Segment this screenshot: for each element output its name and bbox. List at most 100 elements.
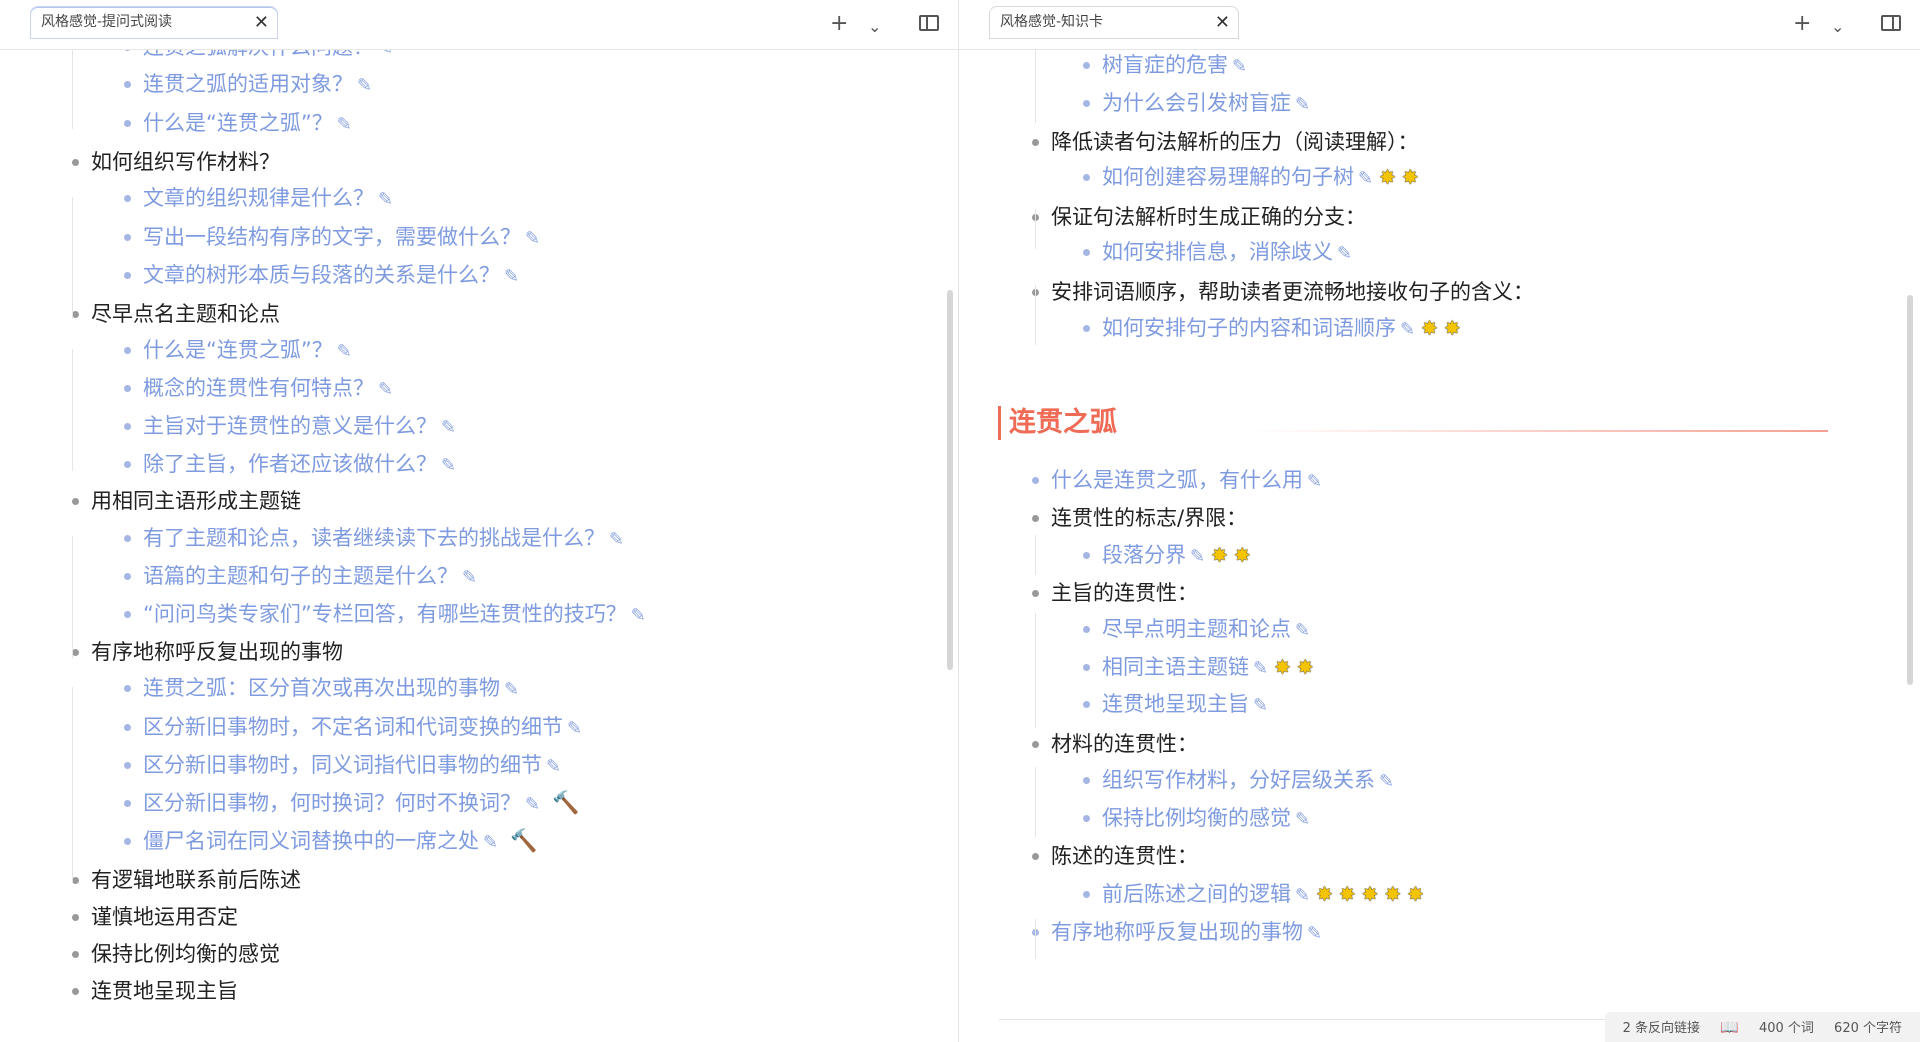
pencil-icon: ✎ [1295,94,1311,115]
bullet-icon[interactable] [1032,139,1039,146]
tab-title: 风格感觉-知识卡 [1000,14,1104,30]
outline-link-item[interactable]: 如何安排句子的内容和词语顺序 ✎ ✸ ✸ [1083,314,1461,344]
bullet-icon[interactable] [72,159,79,166]
bullet-icon[interactable] [1032,853,1039,860]
bullet-icon[interactable] [1032,477,1039,484]
bullet-icon[interactable] [1083,552,1090,559]
bullet-icon[interactable] [1083,100,1090,107]
bullet-icon[interactable] [1083,891,1090,898]
right-editor-pane: 风格感觉-知识卡 ✕ + ⌄ 树盲症的危害 ✎ 为什么会引发树盲症 ✎ 降低读者句法解析… [959,0,1920,1042]
bullet-icon[interactable] [124,762,131,769]
outline-link-item[interactable]: 连贯之弧的适用对象？ ✎ [124,70,372,100]
bullet-icon[interactable] [124,685,131,692]
bullet-icon[interactable] [1083,62,1090,69]
bullet-icon[interactable] [124,724,131,731]
bullet-icon[interactable] [1032,515,1039,522]
outline-link-item[interactable]: 段落分界 ✎ ✸ ✸ [1083,541,1251,571]
right-tab-bar: 风格感觉-知识卡 ✕ + ⌄ [959,0,1920,50]
outline-link-item[interactable]: 为什么会引发树盲症 ✎ [1083,89,1311,119]
outline-link-item[interactable]: 相同主语主题链 ✎ ✸ ✸ [1083,653,1314,683]
chevron-down-icon[interactable]: ⌄ [868,13,881,41]
tab-left-active[interactable]: 风格感觉-提问式阅读 ✕ [30,6,278,39]
outline-link-item[interactable]: 保持比例均衡的感觉 ✎ [1083,804,1310,834]
bullet-icon[interactable] [124,120,131,127]
outline-link-item[interactable]: 文章的树形本质与段落的关系是什么？ ✎ [124,261,519,291]
bullet-icon[interactable] [1083,626,1090,633]
bullet-icon[interactable] [1083,701,1090,708]
item-text: 僵尸名词在同义词替换中的一席之处 [143,829,479,853]
outline-link-item[interactable]: 如何安排信息，消除歧义 ✎ [1083,238,1352,268]
bullet-icon[interactable] [72,498,79,505]
bullet-icon[interactable] [124,385,131,392]
bullet-icon[interactable] [1083,325,1090,332]
bullet-icon[interactable] [124,234,131,241]
bullet-icon[interactable] [72,914,79,921]
item-text: 有序地称呼反复出现的事物 [1051,920,1303,944]
bullet-icon[interactable] [124,195,131,202]
bullet-icon[interactable] [72,877,79,884]
bullet-icon[interactable] [124,573,131,580]
outline-link-item[interactable]: “问问鸟类专家们”专栏回答，有哪些连贯性的技巧？ ✎ [124,600,646,630]
outline-link-item[interactable]: 什么是“连贯之弧”？ ✎ [124,336,352,366]
outline-link-item[interactable]: 树盲症的危害 ✎ [1083,51,1247,81]
close-icon[interactable]: ✕ [1215,7,1230,38]
bullet-icon[interactable] [124,535,131,542]
word-count: 400 个词 [1758,1021,1814,1036]
bullet-icon[interactable] [72,311,79,318]
backlinks-count[interactable]: 2 条反向链接 [1623,1021,1700,1036]
bullet-icon[interactable] [1083,815,1090,822]
outline-link-item[interactable]: 僵尸名词在同义词替换中的一席之处 ✎ 🔨 [124,827,538,857]
right-scrollbar[interactable] [1907,295,1913,685]
bullet-icon[interactable] [124,461,131,468]
outline-link-item[interactable]: 区分新旧事物时，不定名词和代词变换的细节 ✎ [124,713,582,743]
outline-link-item[interactable]: 写出一段结构有序的文字，需要做什么？ ✎ [124,223,540,253]
item-text: 前后陈述之间的逻辑 [1102,882,1291,906]
outline-link-item[interactable]: 概念的连贯性有何特点？ ✎ [124,374,393,404]
left-scrollbar[interactable] [947,290,953,670]
plus-icon[interactable]: + [1793,10,1811,38]
plus-icon[interactable]: + [830,10,848,38]
bullet-icon[interactable] [1083,249,1090,256]
outline-link-item[interactable]: 语篇的主题和句子的主题是什么？ ✎ [124,562,477,592]
outline-link-item[interactable]: 主旨对于连贯性的意义是什么？ ✎ [124,412,456,442]
bullet-icon[interactable] [124,423,131,430]
bullet-icon[interactable] [1083,664,1090,671]
bullet-icon[interactable] [1083,777,1090,784]
bullet-icon[interactable] [1032,590,1039,597]
outline-link-item[interactable]: 区分新旧事物，何时换词？何时不换词？ ✎ 🔨 [124,789,580,819]
outline-link-item[interactable]: 连贯地呈现主旨 ✎ [1083,690,1268,720]
item-text: 陈述的连贯性： [1051,844,1198,868]
sidebar-toggle-icon[interactable] [919,15,939,31]
outline-link-item[interactable]: 连贯之弧：区分首次或再次出现的事物 ✎ [124,674,519,704]
sidebar-toggle-icon[interactable] [1881,15,1901,31]
outline-link-item[interactable]: 有了主题和论点，读者继续读下去的挑战是什么？ ✎ [124,524,624,554]
close-icon[interactable]: ✕ [254,7,269,38]
bullet-icon[interactable] [72,988,79,995]
outline-link-item[interactable]: 除了主旨，作者还应该做什么？ ✎ [124,450,456,480]
outline-link-item[interactable]: 尽早点明主题和论点 ✎ [1083,615,1310,645]
bullet-icon[interactable] [124,611,131,618]
bullet-icon[interactable] [124,272,131,279]
outline-link-item[interactable]: 什么是连贯之弧，有什么用 ✎ [1032,466,1322,496]
chevron-down-icon[interactable]: ⌄ [1831,13,1844,41]
bullet-icon[interactable] [124,838,131,845]
bullet-icon[interactable] [124,81,131,88]
outline-link-item[interactable]: 组织写作材料，分好层级关系 ✎ [1083,766,1394,796]
item-text: 连贯之弧：区分首次或再次出现的事物 [143,676,500,700]
outline-link-item[interactable]: 连贯之弧解决什么问题？ ✎ [124,49,393,63]
bullet-icon[interactable] [1083,174,1090,181]
bullet-icon[interactable] [72,951,79,958]
outline-link-item[interactable]: 有序地称呼反复出现的事物 ✎ [1032,918,1322,948]
tab-right-active[interactable]: 风格感觉-知识卡 ✕ [989,6,1239,39]
book-icon[interactable]: 📖 [1720,1012,1739,1042]
bullet-icon[interactable] [124,800,131,807]
outline-link-item[interactable]: 文章的组织规律是什么？ ✎ [124,184,393,214]
bullet-icon[interactable] [1032,741,1039,748]
pencil-icon: ✎ [1295,885,1311,906]
outline-link-item[interactable]: 如何创建容易理解的句子树 ✎ ✸ ✸ [1083,163,1419,193]
bullet-icon[interactable] [72,649,79,656]
bullet-icon[interactable] [124,347,131,354]
outline-link-item[interactable]: 什么是“连贯之弧”？ ✎ [124,109,352,139]
outline-link-item[interactable]: 区分新旧事物时，同义词指代旧事物的细节 ✎ [124,751,561,781]
outline-link-item[interactable]: 前后陈述之间的逻辑 ✎ ✸ ✸ ✸ ✸ ✸ [1083,880,1424,910]
